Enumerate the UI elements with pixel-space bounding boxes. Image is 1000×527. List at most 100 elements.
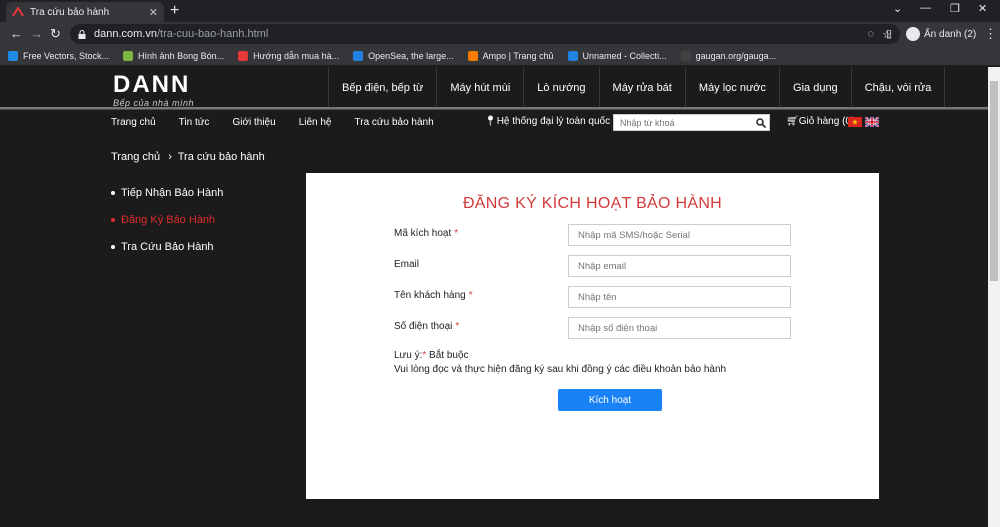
field-label-text: Tên khách hàng xyxy=(394,290,466,301)
bookmark-item[interactable]: gaugan.org/gauga... xyxy=(680,50,777,61)
bookmark-label: Hình ảnh Bong Bón... xyxy=(138,50,225,61)
bookmark-item[interactable]: OpenSea, the large... xyxy=(353,50,454,61)
map-pin-icon: 📍︎ xyxy=(484,116,497,127)
bookmark-favicon-icon xyxy=(238,50,249,61)
tab-title: Tra cứu bảo hành xyxy=(30,6,110,18)
tab-close-icon[interactable]: ✕ xyxy=(149,6,158,19)
sub-nav-link[interactable]: Giới thiệu xyxy=(232,117,275,128)
form-field-input[interactable] xyxy=(568,224,791,246)
agent-label: Hệ thống đại lý toàn quốc xyxy=(496,116,611,127)
bookmark-item[interactable]: Ampo | Trang chủ xyxy=(467,50,554,61)
field-label: Số điện thoại * xyxy=(394,321,459,332)
logo-word: DANN xyxy=(113,71,191,98)
bookmark-favicon-icon xyxy=(467,50,478,61)
minimize-icon[interactable]: — xyxy=(920,2,931,14)
tab-search-icon[interactable]: ⌄ xyxy=(893,2,902,15)
category-item[interactable]: Máy lọc nước xyxy=(684,67,779,109)
required-mark: * xyxy=(454,228,459,239)
note-prefix: Lưu ý: xyxy=(394,350,423,361)
category-item[interactable]: Chậu, vòi rửa xyxy=(850,67,946,109)
bookmarks-bar: Free Vectors, Stock... Hình ảnh Bong Bón.… xyxy=(0,46,1000,66)
bookmark-favicon-icon xyxy=(353,50,364,61)
form-field-input[interactable] xyxy=(568,255,791,277)
new-tab-icon[interactable]: + xyxy=(170,2,179,20)
url-text: dann.com.vn/tra-cuu-bao-hanh.html xyxy=(94,28,860,40)
side-menu-item[interactable]: Tiếp Nhận Bảo Hành xyxy=(111,179,223,206)
agent-link[interactable]: 📍︎Hệ thống đại lý toàn quốc xyxy=(484,116,610,127)
forward-icon[interactable]: → xyxy=(30,25,43,43)
field-label: Mã kích hoạt * xyxy=(394,228,458,239)
bookmark-label: Unnamed - Collecti... xyxy=(582,50,667,61)
bookmark-label: Ampo | Trang chủ xyxy=(482,50,554,61)
search-box xyxy=(613,114,770,131)
incognito-icon xyxy=(906,27,920,41)
browser-tab[interactable]: Tra cứu bảo hành ✕ xyxy=(6,2,164,22)
side-menu-label: Đăng Ký Bảo Hành xyxy=(121,213,216,226)
bookmark-item[interactable]: Unnamed - Collecti... xyxy=(567,50,667,61)
side-menu-item[interactable]: Đăng Ký Bảo Hành xyxy=(111,206,223,233)
page-scrollbar[interactable] xyxy=(988,67,1000,527)
note-required-text: Bắt buộc xyxy=(426,350,469,361)
required-mark: * xyxy=(455,321,460,332)
incognito-badge[interactable]: Ẩn danh (2) xyxy=(906,25,976,43)
breadcrumb-home[interactable]: Trang chủ xyxy=(111,151,160,163)
sub-nav-link[interactable]: Trang chủ xyxy=(111,117,156,128)
breadcrumb-separator: › xyxy=(168,151,172,163)
warranty-form-card: ĐĂNG KÝ KÍCH HOẠT BẢO HÀNH Mã kích hoạt *… xyxy=(306,173,879,499)
form-field-input[interactable] xyxy=(568,286,791,308)
search-icon[interactable] xyxy=(753,115,769,130)
category-item[interactable]: Lò nướng xyxy=(523,67,598,109)
menu-kebab-icon[interactable]: ⋮ xyxy=(984,25,997,43)
reload-icon[interactable]: ↻ xyxy=(50,25,61,43)
url-path: /tra-cuu-bao-hanh.html xyxy=(156,28,269,40)
side-menu-item[interactable]: Tra Cứu Bảo Hành xyxy=(111,233,223,260)
bookmark-label: OpenSea, the large... xyxy=(368,50,454,61)
side-panel-icon[interactable]: ▯ xyxy=(886,25,892,43)
sub-nav-link[interactable]: Liên hệ xyxy=(299,117,332,128)
back-icon[interactable]: ← xyxy=(10,25,23,43)
form-title: ĐĂNG KÝ KÍCH HOẠT BẢO HÀNH xyxy=(462,195,723,212)
category-item[interactable]: Bếp điện, bếp từ xyxy=(328,67,436,109)
eye-off-icon[interactable]: ◌ xyxy=(868,28,875,40)
restore-icon[interactable]: ❐ xyxy=(950,2,960,15)
field-label-text: Số điện thoại xyxy=(394,321,453,332)
incognito-label: Ẩn danh (2) xyxy=(924,28,977,40)
url-host: dann.com.vn xyxy=(94,28,157,40)
bookmark-label: gaugan.org/gauga... xyxy=(695,50,777,61)
cart-label: Giỏ hàng (0) xyxy=(798,116,855,127)
category-item[interactable]: Gia dụng xyxy=(779,67,851,109)
bookmark-item[interactable]: Hướng dẫn mua hà... xyxy=(238,50,339,61)
category-item[interactable]: Máy hút mùi xyxy=(436,67,523,109)
search-input[interactable] xyxy=(614,117,753,128)
sub-nav-links: Trang chủ Tin tức Giới thiệu Liên hệ Tra cứu… xyxy=(111,110,457,135)
cart-icon: 🛒︎ xyxy=(786,116,799,127)
uk-flag-icon[interactable] xyxy=(865,117,879,127)
bullet-icon xyxy=(111,244,115,249)
web-page: DANN Bếp của nhà mình Bếp điện, bếp từ Má… xyxy=(0,67,988,527)
browser-toolbar: ← → ↻ dann.com.vn/tra-cuu-bao-hanh.html … xyxy=(0,22,1000,46)
address-bar[interactable]: dann.com.vn/tra-cuu-bao-hanh.html ◌ ☆ xyxy=(70,24,900,44)
breadcrumb: Trang chủ › Tra cứu bảo hành xyxy=(111,151,265,163)
activate-button[interactable]: Kích hoạt xyxy=(558,389,662,411)
category-item[interactable]: Máy rửa bát xyxy=(598,67,685,109)
field-label: Email xyxy=(394,259,422,270)
cart-link[interactable]: 🛒︎Giỏ hàng (0) xyxy=(786,116,854,127)
browser-tab-bar: Tra cứu bảo hành ✕ + ⌄ — ❐ ✕ xyxy=(0,0,1000,22)
form-field-input[interactable] xyxy=(568,317,791,339)
bookmark-item[interactable]: Hình ảnh Bong Bón... xyxy=(123,50,225,61)
sub-nav: Trang chủ Tin tức Giới thiệu Liên hệ Tra cứu… xyxy=(0,107,988,135)
warranty-side-menu: Tiếp Nhận Bảo Hành Đăng Ký Bảo Hành Tra Cứ… xyxy=(111,179,223,260)
vietnam-flag-icon[interactable] xyxy=(848,117,862,127)
sub-nav-link[interactable]: Tin tức xyxy=(179,117,210,128)
close-window-icon[interactable]: ✕ xyxy=(978,2,987,15)
bookmark-item[interactable]: Free Vectors, Stock... xyxy=(8,50,109,61)
bullet-icon xyxy=(111,217,115,222)
note-required: Lưu ý:* Bắt buộc xyxy=(394,350,469,361)
sub-nav-link[interactable]: Tra cứu bảo hành xyxy=(355,117,434,128)
site-logo[interactable]: DANN Bếp của nhà mình xyxy=(113,71,194,109)
bullet-icon xyxy=(111,190,115,195)
dann-favicon-icon xyxy=(12,7,24,17)
scrollbar-thumb[interactable] xyxy=(990,81,998,281)
breadcrumb-current: Tra cứu bảo hành xyxy=(177,151,265,163)
lock-icon xyxy=(78,29,86,39)
